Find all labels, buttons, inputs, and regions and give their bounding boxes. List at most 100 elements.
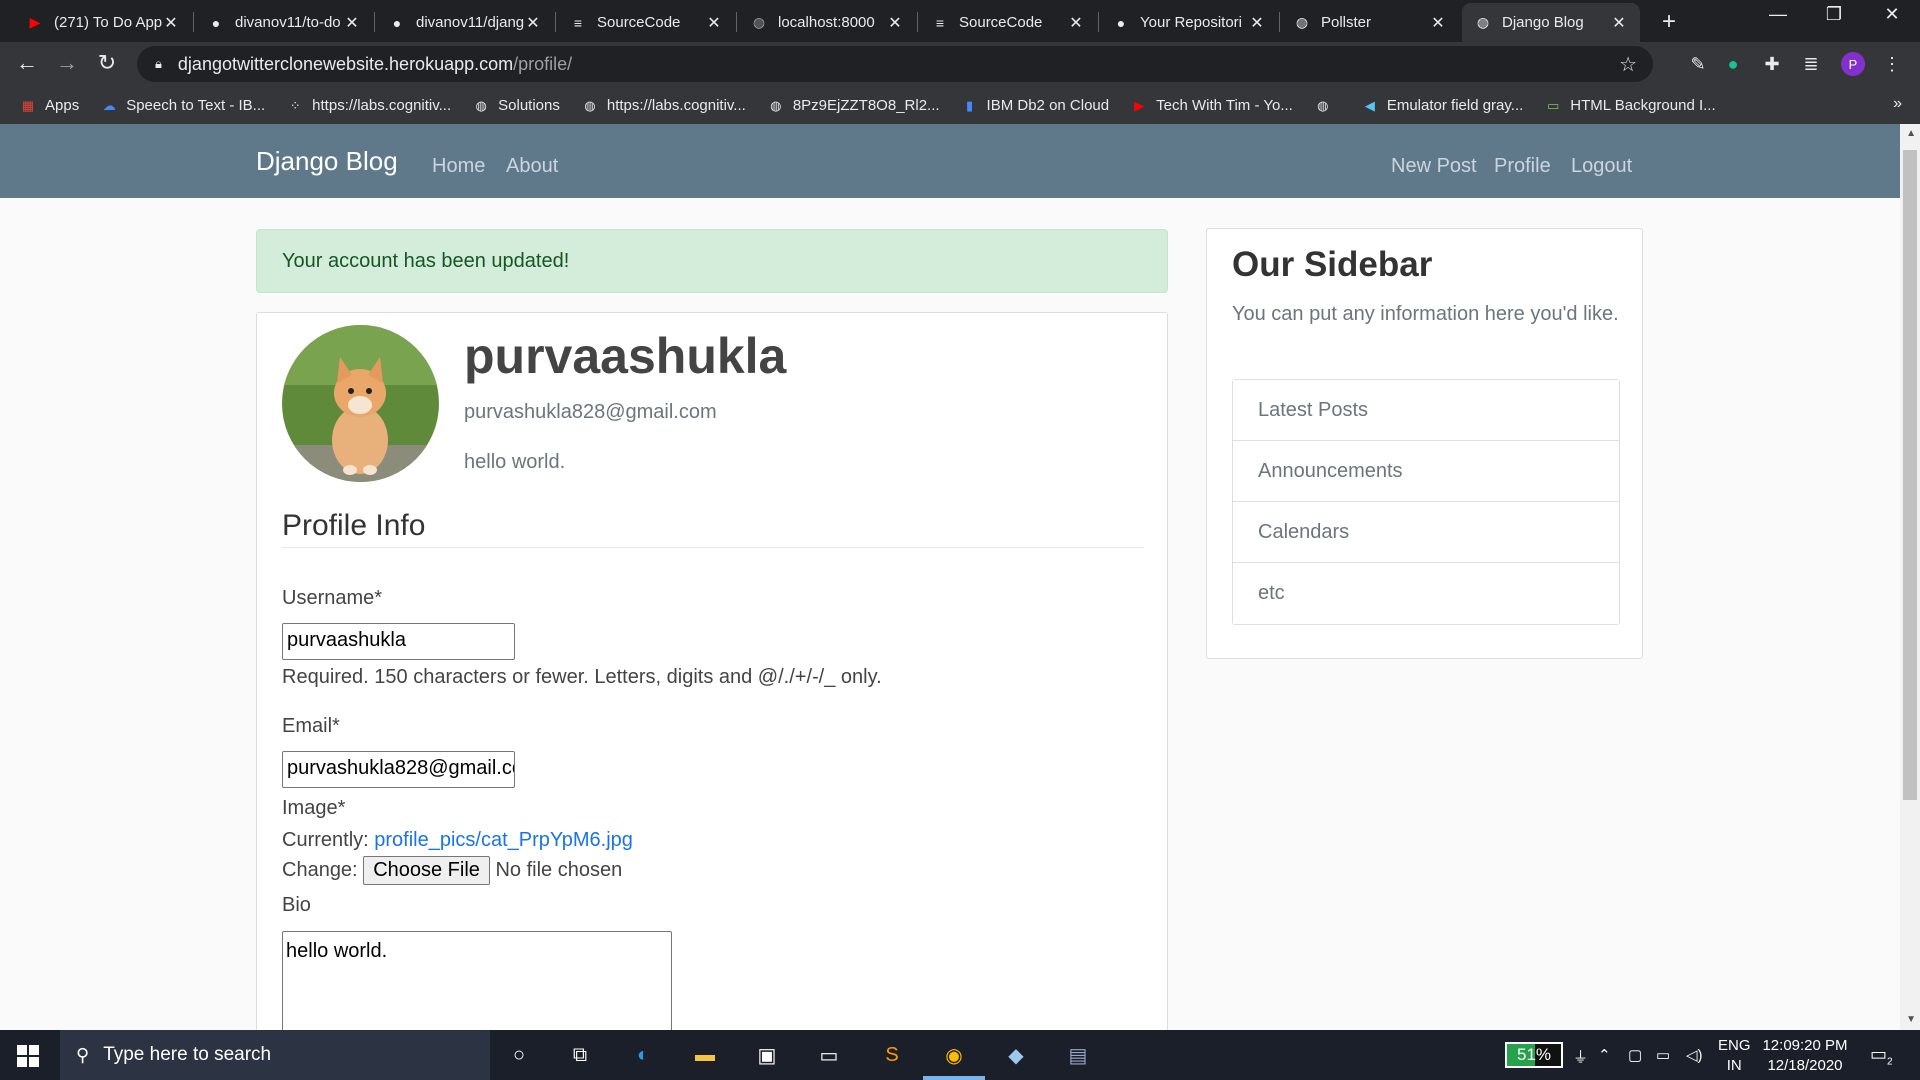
scroll-down-icon[interactable]: ▼ [1906, 1014, 1916, 1025]
bookmark-item[interactable]: ▮ IBM Db2 on Cloud [962, 97, 1109, 114]
windows-start-icon[interactable] [17, 1045, 39, 1067]
address-bar[interactable]: 🔒︎ djangotwitterclonewebsite.herokuapp.c… [137, 46, 1653, 82]
email-field[interactable]: purvashukla828@gmail.com [282, 751, 515, 788]
bookmark-item[interactable]: ▦ Apps [20, 97, 79, 114]
sql-app-icon[interactable]: ▤ [1062, 1040, 1094, 1070]
store-icon[interactable]: ▣ [751, 1040, 783, 1070]
sidebar-item-calendars[interactable]: Calendars [1233, 502, 1619, 563]
bookmark-item[interactable]: ◍ https://labs.cognitiv... [582, 97, 746, 114]
nav-profile[interactable]: Profile [1494, 155, 1551, 178]
close-icon[interactable]: ✕ [1610, 13, 1628, 33]
sidebar-item-latest-posts[interactable]: Latest Posts [1233, 380, 1619, 441]
close-icon[interactable]: ✕ [1429, 13, 1447, 33]
close-icon[interactable]: ✕ [162, 13, 180, 33]
bookmark-item[interactable]: ☁ Speech to Text - IB... [101, 97, 265, 114]
github-icon: ● [211, 14, 221, 31]
sublime-text-icon[interactable]: S [876, 1040, 908, 1070]
chrome-icon[interactable]: ◉ [938, 1040, 970, 1070]
nav-home[interactable]: Home [432, 155, 485, 178]
grammarly-icon[interactable]: ● [1721, 52, 1745, 76]
page-scrollbar[interactable]: ▲ ▼ [1900, 124, 1920, 1030]
tab[interactable]: ● divanov11/django ✕ [376, 3, 554, 42]
dots-icon: ⁘ [289, 97, 301, 113]
chevron-up-icon[interactable]: ⌃ [1598, 1046, 1611, 1064]
lock-icon: 🔒︎ [155, 56, 162, 71]
close-icon[interactable]: ✕ [1067, 13, 1085, 33]
globe-icon: ◍ [752, 14, 766, 30]
scroll-up-icon[interactable]: ▲ [1906, 128, 1916, 139]
tab[interactable]: ≡ SourceCode ✕ [919, 3, 1097, 42]
username-help-text: Required. 150 characters or fewer. Lette… [282, 666, 882, 688]
file-explorer-icon[interactable]: ▬ [689, 1040, 721, 1070]
tab-title: Pollster [1321, 14, 1372, 31]
sidebar-item-announcements[interactable]: Announcements [1233, 441, 1619, 502]
close-icon[interactable]: ✕ [886, 13, 904, 33]
reload-button[interactable]: ↻ [92, 50, 122, 76]
bookmark-item[interactable]: ⁘ https://labs.cognitiv... [287, 97, 451, 114]
search-placeholder: Type here to search [103, 1044, 272, 1065]
username-field[interactable]: purvaashukla [282, 623, 515, 660]
close-icon[interactable]: ✕ [1248, 13, 1266, 33]
taskbar-search[interactable]: ⚲ Type here to search [60, 1030, 490, 1080]
tab[interactable]: ◍ Pollster ✕ [1281, 3, 1459, 42]
puzzle-icon[interactable]: ✚ [1760, 52, 1784, 76]
url-host: djangotwitterclonewebsite.herokuapp.com [177, 53, 514, 74]
close-window-button[interactable]: ✕ [1862, 4, 1920, 25]
tab[interactable]: ◍ localhost:8000 ✕ [738, 3, 916, 42]
battery-meter[interactable]: 51% [1505, 1042, 1563, 1068]
notepad-icon[interactable]: ◆ [1000, 1040, 1032, 1070]
terminal-icon[interactable]: ▭ [813, 1040, 845, 1070]
notification-icon[interactable]: ▭2 [1870, 1044, 1893, 1068]
bookmark-item[interactable]: ◍ 8Pz9EjZZT8O8_Rl2... [768, 97, 939, 114]
tab-active[interactable]: ◍ Django Blog ✕ [1462, 3, 1640, 42]
edge-icon[interactable]: ◐ [627, 1040, 659, 1070]
nav-new-post[interactable]: New Post [1391, 155, 1477, 178]
media-control-icon[interactable]: ≣ [1799, 52, 1823, 76]
site-brand[interactable]: Django Blog [256, 146, 398, 177]
close-icon[interactable]: ✕ [343, 13, 361, 33]
profile-username: purvaashukla [464, 328, 787, 384]
nav-logout[interactable]: Logout [1571, 155, 1632, 178]
extension-icon[interactable]: ✎ [1686, 52, 1710, 76]
tab[interactable]: ● divanov11/to-do ✕ [195, 3, 373, 42]
tab-title: divanov11/to-do [235, 14, 341, 31]
bookmark-item[interactable]: ▶ Tech With Tim - Yo... [1131, 97, 1293, 114]
tab[interactable]: ≡ SourceCode ✕ [557, 3, 735, 42]
form-legend: Profile Info [282, 509, 1144, 548]
bookmark-item[interactable]: ◀ Emulator field gray... [1362, 97, 1523, 114]
tab-title: (271) To Do App [54, 14, 162, 31]
tab[interactable]: ▶ (271) To Do App ✕ [14, 3, 192, 42]
minimize-button[interactable]: — [1748, 4, 1808, 25]
nav-about[interactable]: About [506, 155, 558, 178]
battery-icon[interactable]: ▭ [1656, 1046, 1670, 1064]
close-icon[interactable]: ✕ [705, 13, 723, 33]
scroll-thumb[interactable] [1903, 150, 1917, 800]
bookmark-item[interactable]: ▭ HTML Background I... [1545, 97, 1716, 114]
sourcecode-icon: ≡ [935, 14, 945, 31]
bookmark-item[interactable]: ◍ [1315, 98, 1340, 114]
tab[interactable]: ● Your Repositori ✕ [1100, 3, 1278, 42]
cortana-icon[interactable]: ○ [503, 1040, 535, 1070]
task-view-icon[interactable]: ⧉ [564, 1040, 596, 1070]
back-button[interactable]: ← [12, 50, 42, 76]
menu-icon[interactable]: ⋮ [1880, 52, 1904, 76]
current-file-link[interactable]: profile_pics/cat_PrpYpM6.jpg [374, 829, 633, 851]
profile-avatar[interactable]: P [1841, 52, 1865, 76]
bookmark-item[interactable]: ◍ Solutions [473, 97, 559, 114]
sidebar-item-etc[interactable]: etc [1233, 563, 1619, 624]
forward-button[interactable]: → [52, 50, 82, 76]
meet-now-icon[interactable]: ▢ [1628, 1046, 1642, 1064]
language-indicator[interactable]: ENG IN [1718, 1036, 1751, 1076]
choose-file-button[interactable]: Choose File [363, 856, 490, 885]
youtube-icon: ▶ [1134, 97, 1145, 113]
volume-icon[interactable]: ◁) [1686, 1046, 1703, 1064]
new-tab-button[interactable]: + [1655, 8, 1683, 36]
bio-textarea[interactable]: hello world. [282, 931, 672, 1030]
restore-button[interactable]: ❐ [1804, 4, 1864, 25]
bookmark-star-icon[interactable]: ☆ [1619, 52, 1637, 77]
clock[interactable]: 12:09:20 PM 12/18/2020 [1760, 1036, 1850, 1076]
more-bookmarks-icon[interactable]: » [1893, 95, 1902, 113]
sidebar: Our Sidebar You can put any information … [1206, 228, 1643, 659]
close-icon[interactable]: ✕ [524, 13, 542, 33]
active-app-indicator [923, 1076, 985, 1080]
